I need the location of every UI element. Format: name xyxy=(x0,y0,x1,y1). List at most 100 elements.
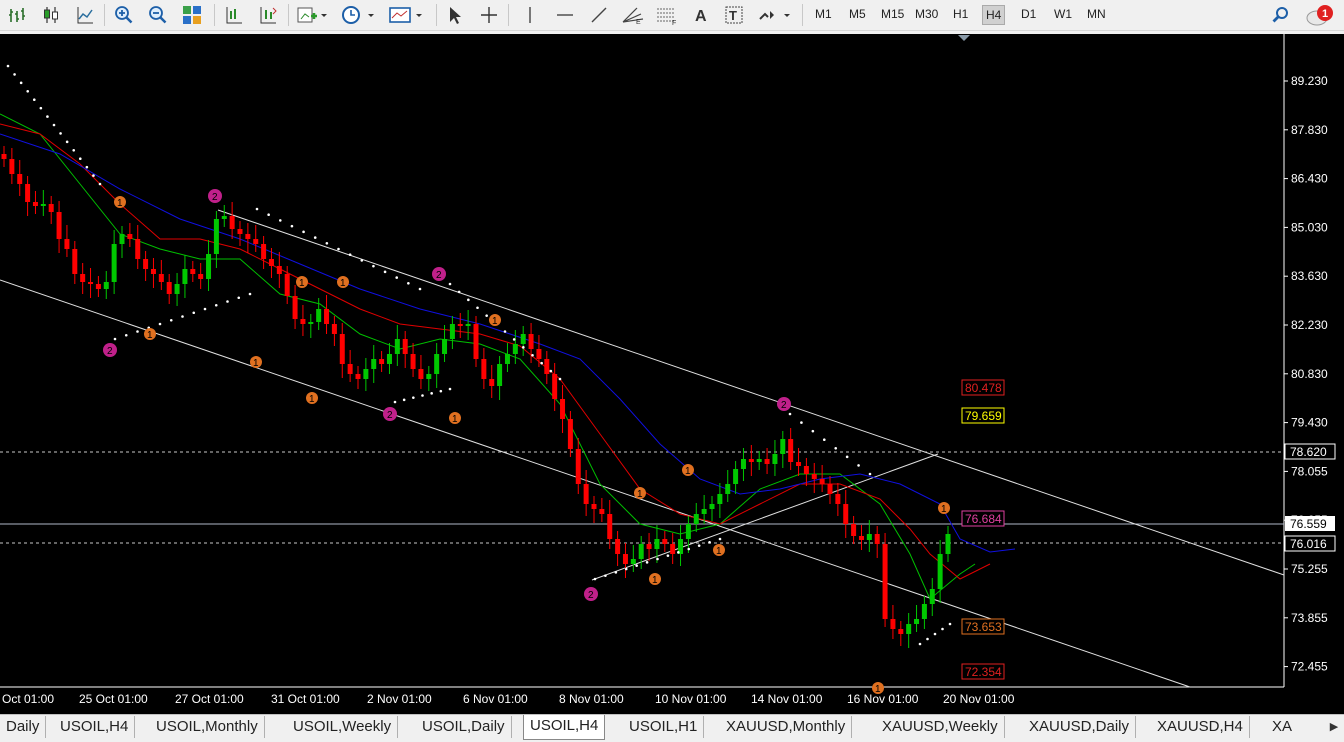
sar-dot xyxy=(360,259,364,262)
add-indicator-icon[interactable] xyxy=(296,3,328,27)
candle-body xyxy=(355,374,361,379)
cursor-icon[interactable] xyxy=(444,3,466,27)
sar-dot xyxy=(457,290,461,294)
date-label: 8 Nov 01:00 xyxy=(559,692,624,706)
periods-clock-icon[interactable] xyxy=(340,3,376,27)
signal-marker-2: 2 xyxy=(584,587,598,601)
signal-marker-1: 1 xyxy=(713,544,725,557)
date-label: 10 Nov 01:00 xyxy=(655,692,727,706)
sar-dot xyxy=(78,157,82,161)
timeframe-m30[interactable]: M30 xyxy=(915,7,938,21)
svg-text:1: 1 xyxy=(253,358,259,369)
candle-body xyxy=(796,462,802,466)
autoscroll-icon[interactable] xyxy=(256,3,280,27)
tab-usoil-h4-active[interactable]: USOIL,H4 xyxy=(523,715,606,740)
timeframe-m1[interactable]: M1 xyxy=(815,7,832,21)
candle-body xyxy=(646,544,652,549)
tab-usoil-weekly[interactable]: USOIL,Weekly xyxy=(287,716,399,738)
candle-body xyxy=(662,539,668,544)
candle-body xyxy=(843,504,849,524)
date-label: 14 Nov 01:00 xyxy=(751,692,823,706)
zoom-in-icon[interactable] xyxy=(112,3,136,27)
tab-xauusd-weekly[interactable]: XAUUSD,Weekly xyxy=(876,716,1005,738)
tab-xa[interactable]: XA xyxy=(1266,716,1298,738)
tab-usoil-daily[interactable]: USOIL,Daily xyxy=(416,716,512,738)
candle-body xyxy=(489,379,495,386)
sar-dot xyxy=(26,89,30,93)
candle-body xyxy=(182,269,188,284)
sar-dot xyxy=(383,270,387,274)
timeframe-h1[interactable]: H1 xyxy=(953,7,968,21)
chart-canvas[interactable]: 12211111221121111211 89.23087.83086.4308… xyxy=(0,34,1344,714)
bar-chart-icon[interactable] xyxy=(6,3,28,27)
tab-usoil-h4[interactable]: USOIL,H4 xyxy=(54,716,136,738)
templates-icon[interactable] xyxy=(388,3,424,27)
tab-daily[interactable]: Daily xyxy=(0,716,47,738)
candle-body xyxy=(858,536,864,540)
candle-body xyxy=(520,334,526,344)
tab-usoil-monthly[interactable]: USOIL,Monthly xyxy=(150,716,265,738)
sar-dot xyxy=(19,81,23,85)
candle-body xyxy=(253,239,259,244)
timeframe-m15[interactable]: M15 xyxy=(881,7,904,21)
candle-body xyxy=(528,334,534,349)
candle-body xyxy=(237,229,243,234)
chart-shift-icon[interactable] xyxy=(222,3,246,27)
sar-dot xyxy=(656,557,659,561)
tile-windows-icon[interactable] xyxy=(180,3,204,27)
timeframe-h4[interactable]: H4 xyxy=(982,5,1006,25)
sar-dot xyxy=(476,306,479,310)
signal-marker-2: 2 xyxy=(383,407,397,421)
date-label: 31 Oct 01:00 xyxy=(271,692,340,706)
tab-usoil-h1[interactable]: USOIL,H1 xyxy=(623,716,705,738)
trendline-icon[interactable] xyxy=(588,3,610,27)
price-chart[interactable]: 12211111221121111211 89.230 87.830 86.430 8… xyxy=(0,34,1344,714)
signal-marker-1: 1 xyxy=(337,276,349,289)
timeframe-d1[interactable]: D1 xyxy=(1021,7,1036,21)
crosshair-icon[interactable] xyxy=(478,3,500,27)
arrows-icon[interactable] xyxy=(756,3,792,27)
sar-dot xyxy=(800,421,803,424)
notifications-icon[interactable]: 1 xyxy=(1304,3,1338,27)
tab-xauusd-daily[interactable]: XAUUSD,Daily xyxy=(1023,716,1137,738)
signal-marker-2: 2 xyxy=(777,397,791,411)
candle-body xyxy=(827,484,833,494)
sar-dot xyxy=(868,472,872,476)
sar-dot xyxy=(237,296,241,300)
svg-text:2: 2 xyxy=(436,270,442,281)
timeframe-w1[interactable]: W1 xyxy=(1054,7,1072,21)
candle-body xyxy=(497,364,503,386)
tab-xauusd-monthly[interactable]: XAUUSD,Monthly xyxy=(720,716,853,738)
target-label-72354: 72.354 xyxy=(965,665,1002,679)
text-label-icon[interactable]: T xyxy=(722,3,746,27)
timeframe-m5[interactable]: M5 xyxy=(849,7,866,21)
sar-dot xyxy=(926,637,929,641)
fibonacci-fan-icon[interactable]: E xyxy=(620,3,646,27)
candlestick-icon[interactable] xyxy=(40,3,62,27)
signal-marker-1: 1 xyxy=(296,276,308,289)
sar-dot xyxy=(214,303,218,307)
sar-dot xyxy=(181,315,184,318)
text-icon[interactable]: A xyxy=(690,3,712,27)
tabs-scroll-right-icon[interactable]: ▶ xyxy=(1326,717,1342,737)
vertical-line-icon[interactable] xyxy=(520,3,540,27)
sar-dot xyxy=(822,438,826,442)
channel-upper-line[interactable] xyxy=(217,209,1285,576)
fibonacci-icon[interactable]: F xyxy=(654,3,680,27)
price-label: 79.430 xyxy=(1291,416,1328,430)
svg-text:A: A xyxy=(695,8,707,25)
tab-xauusd-h4[interactable]: XAUUSD,H4 xyxy=(1151,716,1250,738)
line-chart-icon[interactable] xyxy=(74,3,96,27)
candle-body xyxy=(552,374,558,399)
svg-text:1: 1 xyxy=(637,489,643,500)
search-icon[interactable] xyxy=(1270,3,1292,27)
candle-body xyxy=(560,399,566,419)
horizontal-line-icon[interactable] xyxy=(554,3,576,27)
price-label: 72.455 xyxy=(1291,660,1328,674)
svg-text:F: F xyxy=(672,20,676,25)
channel-lower-line[interactable] xyxy=(0,279,1191,688)
candle-body xyxy=(418,369,424,379)
timeframe-mn[interactable]: MN xyxy=(1087,7,1106,21)
zoom-out-icon[interactable] xyxy=(146,3,170,27)
candle-body xyxy=(670,544,676,554)
